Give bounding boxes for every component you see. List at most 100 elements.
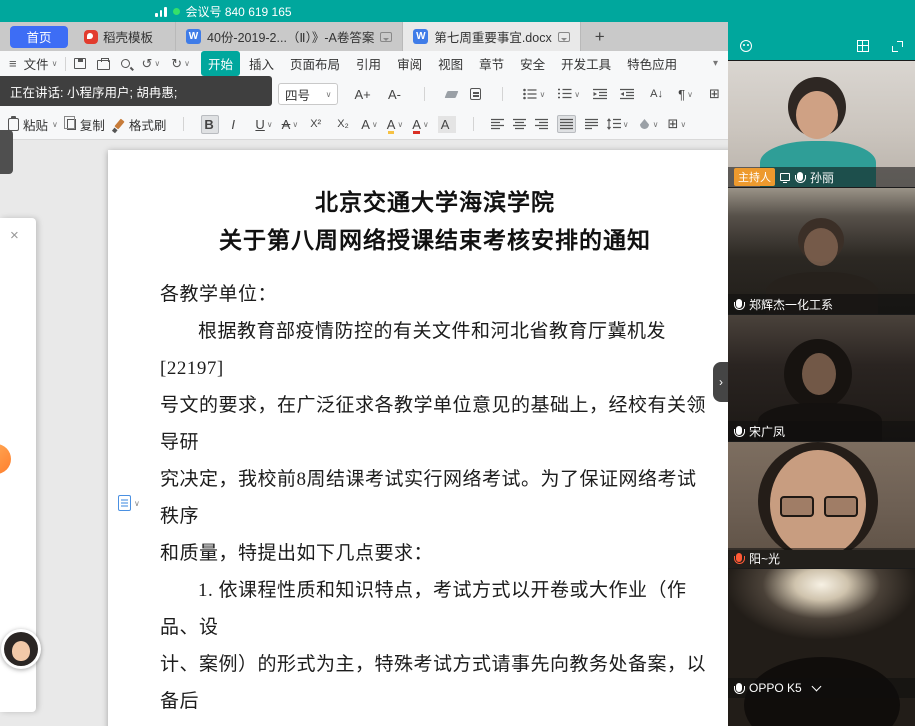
close-icon[interactable]: ×: [10, 228, 19, 243]
undo-icon: ↺: [141, 56, 152, 72]
screen-share-icon: [780, 173, 790, 181]
home-button[interactable]: 首页: [10, 26, 68, 48]
ribbon-tab-view[interactable]: 视图: [431, 51, 470, 76]
shading-button[interactable]: ∨: [638, 118, 659, 130]
video-tile[interactable]: 阳~光: [728, 441, 915, 568]
superscript-button[interactable]: X²: [307, 116, 325, 132]
print-icon[interactable]: [97, 60, 110, 70]
bold-button[interactable]: B: [201, 115, 219, 134]
save-icon[interactable]: [74, 58, 86, 69]
ribbon-tab-featured-apps[interactable]: 特色应用: [620, 51, 684, 76]
decrease-indent-button[interactable]: [593, 88, 607, 100]
text-tool-icon[interactable]: [470, 88, 481, 100]
text-effects-button[interactable]: A∨: [361, 117, 378, 132]
copy-button[interactable]: 复制: [67, 115, 105, 134]
assistant-avatar[interactable]: [1, 629, 41, 669]
menu-bar: ≡ 文件 ∨ ↺∨ ↻∨ 开始 插入 页面布局 引用 审阅 视图 章节 安全 开…: [0, 51, 728, 76]
highlight-button[interactable]: A∨: [387, 117, 404, 132]
paragraph-mark-button[interactable]: ¶ ∨: [678, 87, 693, 102]
participant-name: 郑辉杰一化工系: [749, 296, 833, 313]
distribute-icon: [585, 118, 598, 130]
numbered-list-button[interactable]: ∨: [558, 88, 580, 100]
align-right-button[interactable]: [535, 118, 548, 130]
align-left-button[interactable]: [491, 118, 504, 130]
font-size-select[interactable]: 四号 ∨: [278, 83, 338, 105]
participant-nameplate: 宋广凤: [728, 421, 915, 441]
redo-button[interactable]: ↻∨: [171, 56, 190, 72]
ribbon-tab-review[interactable]: 审阅: [390, 51, 429, 76]
strikethrough-button[interactable]: A∨: [282, 117, 299, 132]
bullet-list-button[interactable]: ∨: [523, 88, 545, 100]
mic-icon[interactable]: [736, 426, 742, 435]
caret-icon: ∨: [539, 90, 545, 99]
borders-button[interactable]: ⊞ ∨: [668, 116, 687, 132]
main-menu-icon[interactable]: ≡: [9, 56, 17, 71]
video-tile[interactable]: 宋广凤: [728, 314, 915, 441]
mic-icon[interactable]: [736, 683, 742, 692]
undo-button[interactable]: ↺∨: [141, 56, 160, 72]
ribbon-tab-section[interactable]: 章节: [472, 51, 511, 76]
panel-expand-handle[interactable]: ›: [713, 362, 729, 402]
grow-font-button[interactable]: A+: [351, 85, 372, 104]
ribbon-tab-page-layout[interactable]: 页面布局: [283, 51, 347, 76]
docer-templates-item[interactable]: 稻壳模板: [84, 27, 153, 46]
video-tile[interactable]: OPPO K5: [728, 568, 915, 726]
undo-caret-icon: ∨: [154, 59, 160, 68]
video-tile-host[interactable]: 主持人 孙丽: [728, 60, 915, 187]
document-workspace: 北京交通大学海滨学院 关于第八周网络授课结束考核安排的通知 各教学单位： 根据教…: [0, 140, 728, 726]
video-tile[interactable]: 郑辉杰一化工系: [728, 187, 915, 314]
tab-week7-doc[interactable]: W 第七周重要事宜.docx: [402, 22, 580, 51]
chevron-right-icon: ›: [719, 375, 723, 389]
shading-icon: [638, 118, 651, 130]
beauty-face-icon[interactable]: [740, 40, 752, 52]
shrink-font-button[interactable]: A-: [385, 85, 403, 104]
copy-icon: [67, 119, 76, 130]
participant-video: [802, 353, 836, 395]
justify-button[interactable]: [557, 115, 576, 133]
increase-indent-icon: [620, 88, 634, 100]
ribbon-overflow-icon[interactable]: ▾: [713, 58, 718, 69]
speaking-toast-text: 正在讲话: 小程序用户; 胡冉惠;: [10, 82, 177, 101]
format-painter-label: 格式刷: [129, 115, 167, 134]
format-painter-button[interactable]: 格式刷: [114, 115, 167, 134]
ribbon-tab-references[interactable]: 引用: [349, 51, 388, 76]
increase-indent-button[interactable]: [620, 88, 634, 100]
clear-format-icon[interactable]: [444, 91, 458, 98]
print-preview-icon[interactable]: [121, 59, 130, 68]
layout-grid-button[interactable]: ⊞: [706, 84, 724, 104]
subscript-button[interactable]: X₂: [334, 116, 352, 132]
font-color-button[interactable]: A∨: [412, 117, 429, 132]
tab-exam-answers[interactable]: W 40份-2019-2...（Ⅱ）》-A卷答案: [175, 22, 402, 51]
distribute-button[interactable]: [585, 118, 598, 130]
meeting-header: [728, 0, 915, 60]
ribbon-tab-home[interactable]: 开始: [201, 51, 240, 76]
paste-button[interactable]: 粘贴 ∨: [8, 115, 58, 134]
separator: [183, 117, 184, 131]
chevron-down-icon[interactable]: [811, 682, 821, 692]
ribbon-tab-insert[interactable]: 插入: [242, 51, 281, 76]
layout-grid-icon[interactable]: [857, 40, 869, 52]
document-page[interactable]: 北京交通大学海滨学院 关于第八周网络授课结束考核安排的通知 各教学单位： 根据教…: [108, 150, 728, 726]
italic-button[interactable]: I: [228, 115, 246, 134]
mic-active-icon[interactable]: [736, 553, 742, 562]
new-tab-button[interactable]: +: [595, 28, 605, 45]
caret-icon: ∨: [372, 120, 378, 129]
char-shading-button[interactable]: A: [438, 116, 456, 133]
side-panel-handle[interactable]: [0, 130, 13, 174]
align-center-button[interactable]: [513, 118, 526, 130]
smart-tag-button[interactable]: ∨: [118, 495, 140, 511]
underline-label: U: [255, 117, 264, 132]
meeting-id-label: 会议号 840 619 165: [186, 3, 292, 20]
wps-writer-icon: W: [413, 29, 428, 44]
mic-icon[interactable]: [797, 172, 803, 181]
expand-icon[interactable]: [892, 41, 903, 52]
file-menu[interactable]: 文件 ∨: [24, 54, 58, 73]
sort-button[interactable]: A↓: [647, 86, 665, 102]
ribbon-tab-security[interactable]: 安全: [513, 51, 552, 76]
avatar: [4, 632, 38, 666]
ribbon-tab-dev-tools[interactable]: 开发工具: [554, 51, 618, 76]
participant-name: 孙丽: [810, 169, 834, 186]
mic-icon[interactable]: [736, 299, 742, 308]
line-spacing-button[interactable]: ∨: [607, 118, 629, 130]
underline-button[interactable]: U∨: [255, 117, 272, 132]
